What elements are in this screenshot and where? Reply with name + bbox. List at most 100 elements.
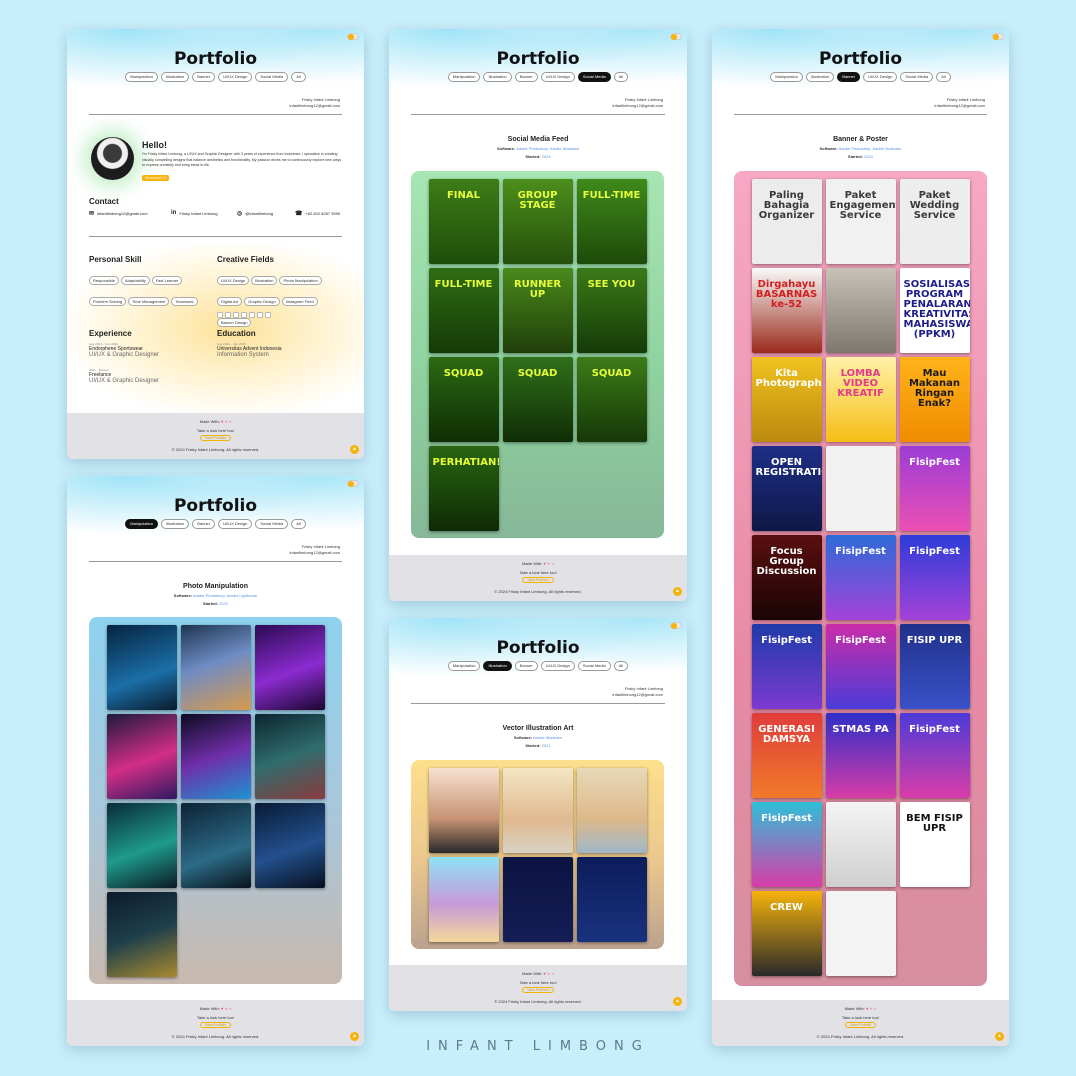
gallery-thumbnail[interactable] [106,803,177,888]
gallery-thumbnail[interactable] [254,803,325,888]
gallery-thumbnail[interactable] [254,714,325,799]
tab-social-media[interactable]: Social Media [900,72,934,82]
gallery-thumbnail[interactable]: RUNNER UP [502,268,573,353]
gallery-thumbnail[interactable] [576,768,647,853]
tab-manipulation[interactable]: Manipulation [125,519,158,529]
tab-manipulation[interactable]: Manipulation [125,72,158,82]
gallery-thumbnail[interactable]: Dirgahayu BASARNAS ke-52 [751,268,822,353]
gallery-thumbnail[interactable]: PERHATIAN! [428,446,499,531]
gallery-thumbnail[interactable]: GENERASI DAMSYA [751,713,822,798]
tab-banner[interactable]: Banner [192,72,216,82]
tab-all[interactable]: All [613,661,629,671]
tab-all[interactable]: All [936,72,951,82]
contact-instagram[interactable]: ◎ @infantlimbong [237,210,273,217]
gallery-thumbnail[interactable]: SQUAD [502,357,573,442]
theme-toggle[interactable] [670,622,682,629]
author-email[interactable]: infantlimbong12@gmail.com [612,103,663,109]
gallery-thumbnail[interactable] [502,768,573,853]
gallery-thumbnail[interactable]: FisipFest [899,535,970,620]
tab-manipulation[interactable]: Manipulation [447,661,481,671]
view-portfolio-button[interactable]: View Portfolio [522,987,554,993]
scroll-top-button[interactable]: ▲ [673,997,682,1006]
gallery-thumbnail[interactable]: FINAL [428,179,499,264]
gallery-thumbnail[interactable]: SQUAD [428,357,499,442]
gallery-thumbnail[interactable]: FisipFest [899,713,970,798]
theme-toggle[interactable] [347,480,359,487]
tab-ui-ux-design[interactable]: UI/UX Design [540,661,575,671]
tab-ui-ux-design[interactable]: UI/UX Design [218,72,253,82]
gallery-thumbnail[interactable]: FisipFest [751,624,822,709]
gallery-thumbnail[interactable]: SEE YOU [576,268,647,353]
gallery-thumbnail[interactable]: STMAS PA [825,713,896,798]
gallery-thumbnail[interactable] [428,857,499,942]
gallery-thumbnail[interactable]: FULL-TIME [428,268,499,353]
view-portfolio-button[interactable]: View Portfolio [522,577,554,583]
gallery-thumbnail[interactable]: SOSIALISASI PROGRAM PENALARAN KREATIVITA… [899,268,970,353]
gallery-thumbnail[interactable] [576,857,647,942]
tab-ui-ux-design[interactable]: UI/UX Design [540,72,575,82]
gallery-thumbnail[interactable]: Focus Group Discussion [751,535,822,620]
gallery-thumbnail[interactable]: GROUP STAGE [502,179,573,264]
theme-toggle[interactable] [670,33,682,40]
gallery-thumbnail[interactable] [825,446,896,531]
tab-social-media[interactable]: Social Media [577,72,611,82]
gallery-thumbnail[interactable]: FisipFest [825,535,896,620]
gallery-thumbnail[interactable] [502,857,573,942]
view-portfolio-button[interactable]: View Portfolio [844,1022,877,1028]
theme-toggle[interactable] [347,33,359,40]
tab-banner[interactable]: Banner [837,72,861,82]
gallery-thumbnail[interactable] [825,891,896,976]
tab-banner[interactable]: Banner [192,519,216,529]
gallery-thumbnail[interactable] [825,802,896,887]
tab-ui-ux-design[interactable]: UI/UX Design [863,72,898,82]
gallery-thumbnail[interactable]: Paket Engagement Service [825,179,896,264]
gallery-thumbnail[interactable]: CREW [751,891,822,976]
author-email[interactable]: infantlimbong12@gmail.com [934,103,985,109]
tab-banner[interactable]: Banner [514,661,538,671]
tab-banner[interactable]: Banner [514,72,538,82]
gallery-thumbnail[interactable]: FisipFest [899,446,970,531]
gallery-thumbnail[interactable] [428,768,499,853]
gallery-thumbnail[interactable]: FisipFest [825,624,896,709]
theme-toggle[interactable] [992,33,1004,40]
scroll-top-button[interactable]: ▲ [673,587,682,596]
gallery-thumbnail[interactable]: SQUAD [576,357,647,442]
author-email[interactable]: infantlimbong12@gmail.com [289,103,340,109]
view-portfolio-button[interactable]: View Portfolio [199,435,232,441]
gallery-thumbnail[interactable]: FULL-TIME [576,179,647,264]
gallery-thumbnail[interactable]: BEM FISIP UPR [899,802,970,887]
gallery-thumbnail[interactable]: OPEN REGISTRATION [751,446,822,531]
gallery-thumbnail[interactable] [106,714,177,799]
gallery-thumbnail[interactable] [825,268,896,353]
gallery-thumbnail[interactable]: Paket Wedding Service [899,179,970,264]
tab-illustration[interactable]: Illustration [483,72,512,82]
gallery-thumbnail[interactable]: LOMBA VIDEO KREATIF [825,357,896,442]
gallery-thumbnail[interactable] [254,625,325,710]
gallery-thumbnail[interactable]: Kita Photography [751,357,822,442]
tab-illustration[interactable]: Illustration [483,661,512,671]
tab-illustration[interactable]: Illustration [160,519,190,529]
gallery-thumbnail[interactable] [106,625,177,710]
download-cv-button[interactable]: Download CV [142,175,170,181]
gallery-thumbnail[interactable] [180,714,251,799]
view-portfolio-button[interactable]: View Portfolio [199,1022,232,1028]
contact-email[interactable]: ✉ infantlimbong12@gmail.com [89,210,148,217]
author-email[interactable]: infantlimbong12@gmail.com [289,550,340,556]
scroll-top-button[interactable]: ▲ [350,445,359,454]
tab-social-media[interactable]: Social Media [577,661,611,671]
gallery-thumbnail[interactable]: FISIP UPR [899,624,970,709]
tab-social-media[interactable]: Social Media [255,72,289,82]
gallery-thumbnail[interactable]: Mau Makanan Ringan Enak? [899,357,970,442]
gallery-thumbnail[interactable]: Paling Bahagia Organizer [751,179,822,264]
tab-manipulation[interactable]: Manipulation [770,72,803,82]
tab-all[interactable]: All [291,72,306,82]
tab-ui-ux-design[interactable]: UI/UX Design [218,519,253,529]
tab-illustration[interactable]: Illustration [805,72,835,82]
tab-all[interactable]: All [613,72,629,82]
tab-all[interactable]: All [291,519,306,529]
gallery-thumbnail[interactable] [106,892,177,977]
author-email[interactable]: infantlimbong12@gmail.com [612,692,663,698]
tab-manipulation[interactable]: Manipulation [447,72,481,82]
gallery-thumbnail[interactable] [180,803,251,888]
contact-phone[interactable]: ☎ +62 822 8287 3990 [295,210,340,217]
